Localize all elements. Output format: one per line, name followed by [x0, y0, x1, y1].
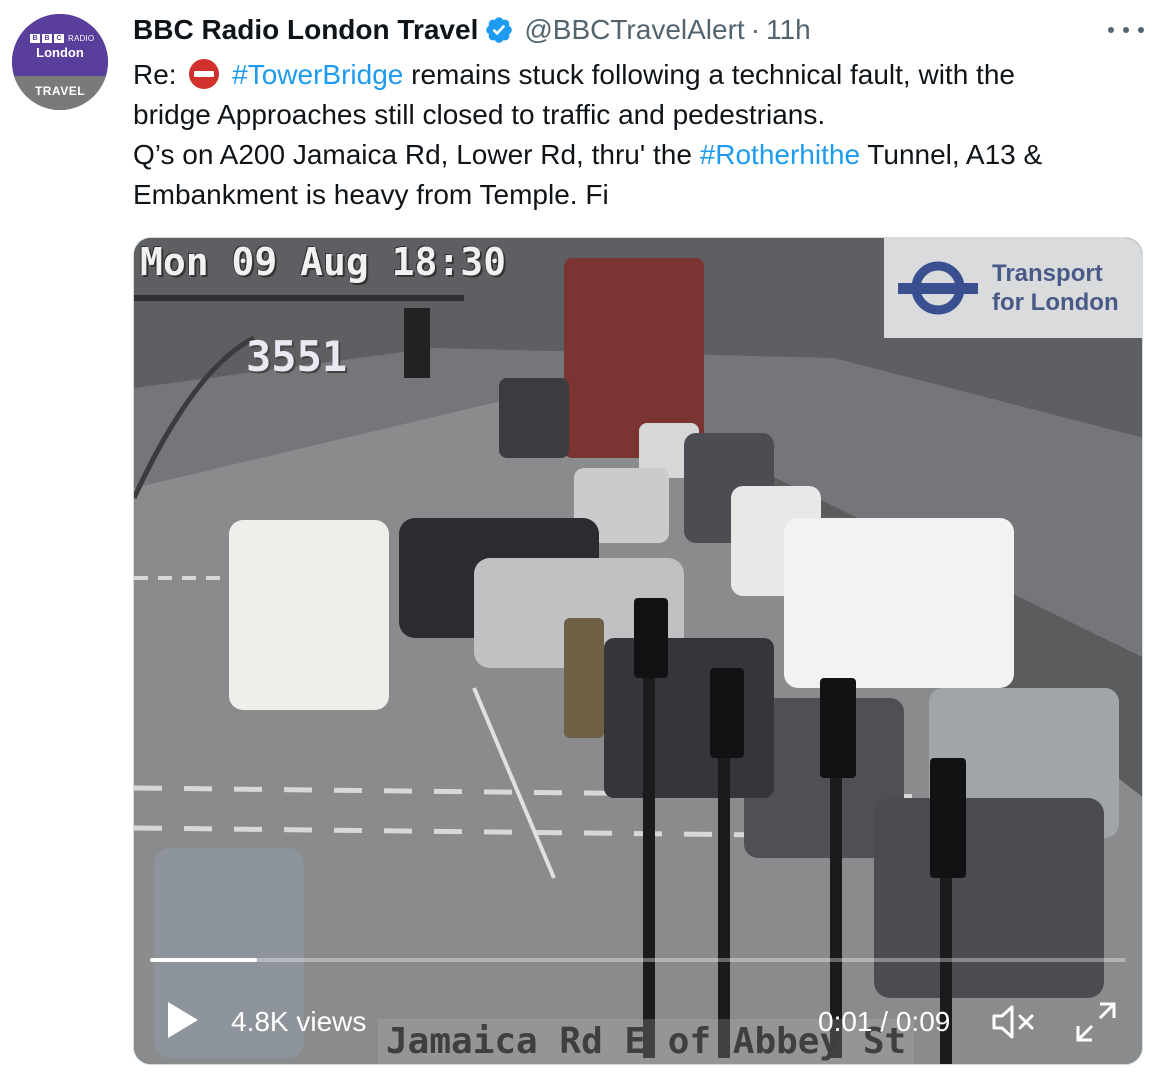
video-overlay-datetime: Mon 09 Aug 18:30	[140, 240, 507, 284]
tweet-text-line: Embankment is heavy from Temple. Fi	[133, 179, 609, 210]
text-segment: remains stuck following a technical faul…	[403, 59, 1015, 90]
tweet-text: Re: #TowerBridge remains stuck following…	[133, 55, 1143, 215]
timestamp[interactable]: 11h	[766, 14, 811, 46]
view-count: 4.8K views	[231, 1006, 367, 1037]
mute-icon[interactable]	[990, 1002, 1038, 1042]
fullscreen-icon[interactable]	[1074, 1000, 1118, 1044]
tweet-header: BBC Radio London Travel @BBCTravelAlert …	[133, 12, 811, 48]
hashtag-rotherhithe[interactable]: #Rotherhithe	[700, 139, 860, 170]
more-dot	[1108, 27, 1114, 33]
bbc-letter: B	[30, 34, 40, 43]
text-segment: Tunnel, A13 &	[860, 139, 1043, 170]
video-overlay-camera-id: 3551	[246, 332, 348, 381]
avatar-station: London	[36, 45, 84, 60]
avatar[interactable]: B B C RADIO London TRAVEL	[12, 14, 108, 110]
tfl-line-1: Transport	[992, 260, 1103, 287]
time-separator: /	[872, 1006, 896, 1037]
tweet[interactable]: B B C RADIO London TRAVEL BBC Radio Lond…	[0, 0, 1160, 1088]
tfl-line-2: for London	[992, 289, 1119, 316]
text-segment: Re:	[133, 59, 185, 90]
video-player[interactable]: Mon 09 Aug 18:30 3551 Transport for Lond…	[133, 237, 1143, 1065]
radio-label: RADIO	[68, 34, 95, 43]
no-entry-icon	[189, 59, 220, 89]
tweet-text-line: Re: #TowerBridge remains stuck following…	[133, 55, 1143, 95]
play-icon[interactable]	[164, 1000, 200, 1040]
more-dot	[1138, 27, 1144, 33]
verified-badge-icon	[486, 17, 513, 43]
video-controls: 4.8K views 0:01 / 0:09	[134, 964, 1142, 1064]
bbc-letter: C	[54, 34, 64, 43]
more-dot	[1123, 27, 1129, 33]
tweet-text-line: Q’s on A200 Jamaica Rd, Lower Rd, thru' …	[133, 135, 1143, 175]
video-timecode: 0:01 / 0:09	[818, 1006, 950, 1038]
duration: 0:09	[895, 1006, 951, 1037]
avatar-section: TRAVEL	[34, 84, 86, 98]
bbc-letter: B	[42, 34, 52, 43]
hashtag-tower-bridge[interactable]: #TowerBridge	[232, 59, 403, 90]
tfl-logo: Transport for London	[884, 238, 1142, 338]
display-name[interactable]: BBC Radio London Travel	[133, 14, 478, 46]
separator-dot: ·	[750, 14, 761, 45]
bbc-logo: B B C RADIO	[30, 34, 94, 43]
more-options-icon[interactable]	[1108, 18, 1144, 42]
video-progress-fill	[150, 958, 258, 962]
user-handle[interactable]: @BBCTravelAlert	[524, 14, 744, 46]
video-progress-bar[interactable]	[150, 958, 1126, 962]
current-time: 0:01	[818, 1006, 873, 1037]
tfl-roundel-icon	[898, 261, 978, 315]
text-segment: Q’s on A200 Jamaica Rd, Lower Rd, thru' …	[133, 139, 700, 170]
tfl-text: Transport for London	[992, 259, 1119, 317]
tweet-text-line: bridge Approaches still closed to traffi…	[133, 99, 826, 130]
